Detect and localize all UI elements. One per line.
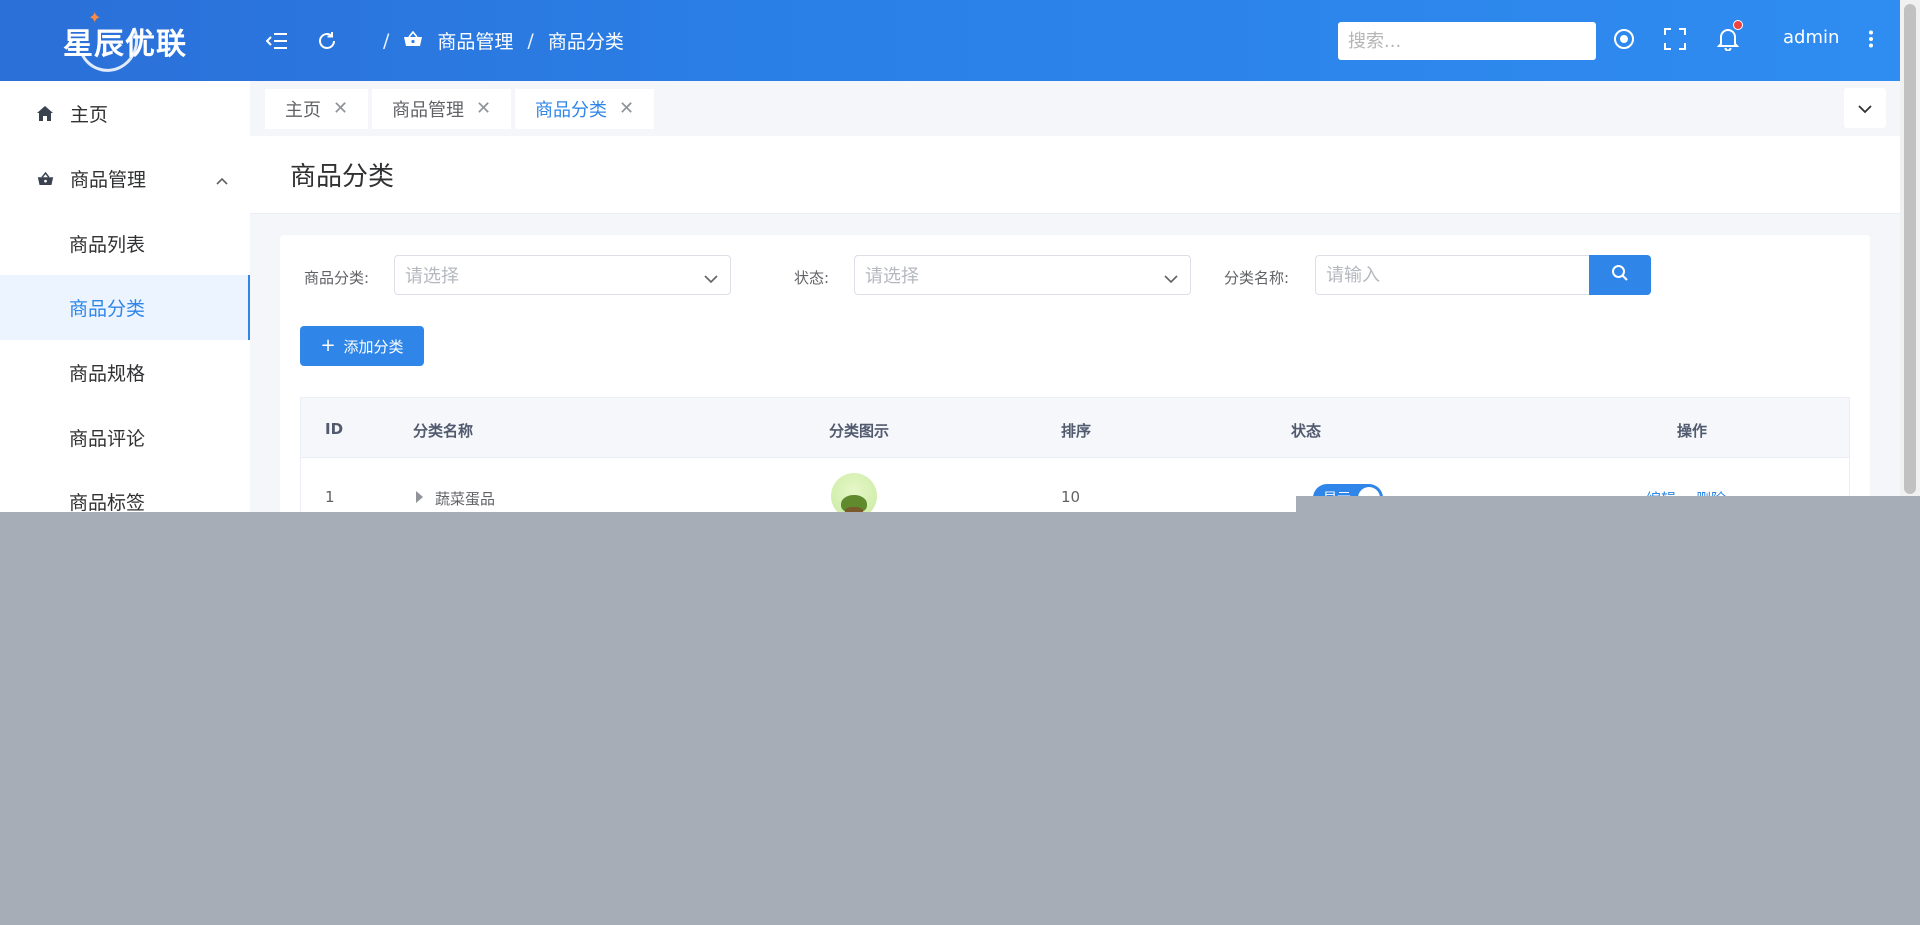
sidebar-item-goods-category[interactable]: 商品分类 [0, 275, 250, 340]
more-vertical-icon[interactable] [1868, 30, 1874, 52]
sidebar-item-label: 商品评论 [69, 428, 146, 450]
category-select[interactable]: 请选择 [394, 255, 731, 295]
bell-icon[interactable] [1716, 27, 1740, 55]
breadcrumb-current: 商品分类 [547, 31, 624, 53]
chevron-down-icon [704, 268, 718, 289]
cell-name: 蔬菜蛋品 [435, 490, 496, 508]
notification-badge [1733, 20, 1743, 30]
fullscreen-icon[interactable] [1664, 28, 1686, 54]
breadcrumb-parent[interactable]: 商品管理 [437, 27, 513, 54]
sidebar-item-label: 商品分类 [69, 298, 146, 320]
close-icon[interactable]: ✕ [333, 100, 348, 118]
user-name[interactable]: admin [1783, 27, 1839, 48]
tab-goods-management[interactable]: 商品管理 ✕ [372, 89, 512, 129]
tab-label: 主页 [285, 100, 321, 121]
sidebar-item-home[interactable]: 主页 [0, 81, 250, 146]
status-select[interactable]: 请选择 [854, 255, 1191, 295]
add-category-label: 添加分类 [343, 337, 404, 356]
tabs-dropdown-button[interactable] [1844, 88, 1886, 128]
sidebar-item-label: 商品管理 [70, 169, 147, 191]
close-icon[interactable]: ✕ [619, 100, 634, 118]
breadcrumb-separator: / [527, 29, 534, 52]
page-title: 商品分类 [290, 162, 395, 192]
scrollbar-thumb[interactable] [1904, 4, 1916, 494]
basket-icon [36, 171, 54, 186]
tab-goods-category[interactable]: 商品分类 ✕ [515, 89, 655, 129]
chevron-down-icon [1858, 99, 1872, 118]
sidebar-item-label: 商品规格 [69, 363, 146, 385]
column-header-icon: 分类图示 [829, 422, 890, 440]
category-filter-label: 商品分类: [304, 269, 370, 287]
table-header: ID 分类名称 分类图示 排序 状态 操作 [301, 398, 1849, 458]
tab-label: 商品管理 [392, 100, 464, 121]
loading-overlay [0, 512, 1920, 925]
tab-label: 商品分类 [535, 100, 607, 121]
tab-home[interactable]: 主页 ✕ [265, 89, 369, 129]
sidebar-item-goods-management[interactable]: 商品管理 [0, 146, 250, 211]
header-search-input[interactable] [1338, 22, 1596, 60]
breadcrumb-separator: / [383, 29, 390, 52]
cell-id: 1 [325, 488, 335, 506]
logo-star-icon: ✦ [88, 8, 102, 27]
add-category-button[interactable]: + 添加分类 [300, 326, 424, 366]
breadcrumb: / 商品管理 / 商品分类 [383, 27, 624, 54]
target-icon[interactable] [1613, 28, 1635, 54]
sidebar-item-goods-list[interactable]: 商品列表 [0, 211, 250, 276]
column-header-status: 状态 [1291, 422, 1322, 440]
sidebar-item-goods-comment[interactable]: 商品评论 [0, 405, 250, 470]
logo-swoosh [69, 1, 147, 81]
status-select-placeholder: 请选择 [865, 266, 919, 287]
category-name-input[interactable] [1315, 255, 1590, 295]
tabs-bar: 主页 ✕ 商品管理 ✕ 商品分类 ✕ [250, 81, 1900, 136]
chevron-down-icon [1164, 268, 1178, 289]
name-filter-label: 分类名称: [1224, 269, 1290, 287]
menu-fold-icon[interactable] [265, 29, 289, 53]
sidebar-item-label: 商品标签 [69, 492, 146, 514]
home-icon [36, 106, 54, 121]
column-header-ops: 操作 [1677, 422, 1708, 440]
status-filter-label: 状态: [794, 269, 830, 287]
basket-icon [403, 30, 423, 52]
column-header-id: ID [325, 420, 344, 438]
column-header-name: 分类名称 [413, 422, 474, 440]
expand-row-icon[interactable] [416, 491, 423, 503]
sidebar-item-goods-spec[interactable]: 商品规格 [0, 340, 250, 405]
chevron-up-icon [216, 168, 228, 190]
plus-icon: + [320, 335, 336, 356]
search-icon [1611, 264, 1629, 286]
refresh-icon[interactable] [315, 29, 339, 53]
page-header: 商品分类 [250, 136, 1900, 214]
search-button[interactable] [1589, 255, 1651, 295]
close-icon[interactable]: ✕ [476, 100, 491, 118]
sidebar-item-label: 商品列表 [69, 234, 146, 256]
logo: ✦ 星辰优联 [0, 0, 250, 81]
column-header-sort: 排序 [1061, 422, 1092, 440]
category-select-placeholder: 请选择 [405, 266, 459, 287]
sidebar-item-label: 主页 [70, 104, 109, 126]
cell-sort: 10 [1061, 488, 1081, 506]
